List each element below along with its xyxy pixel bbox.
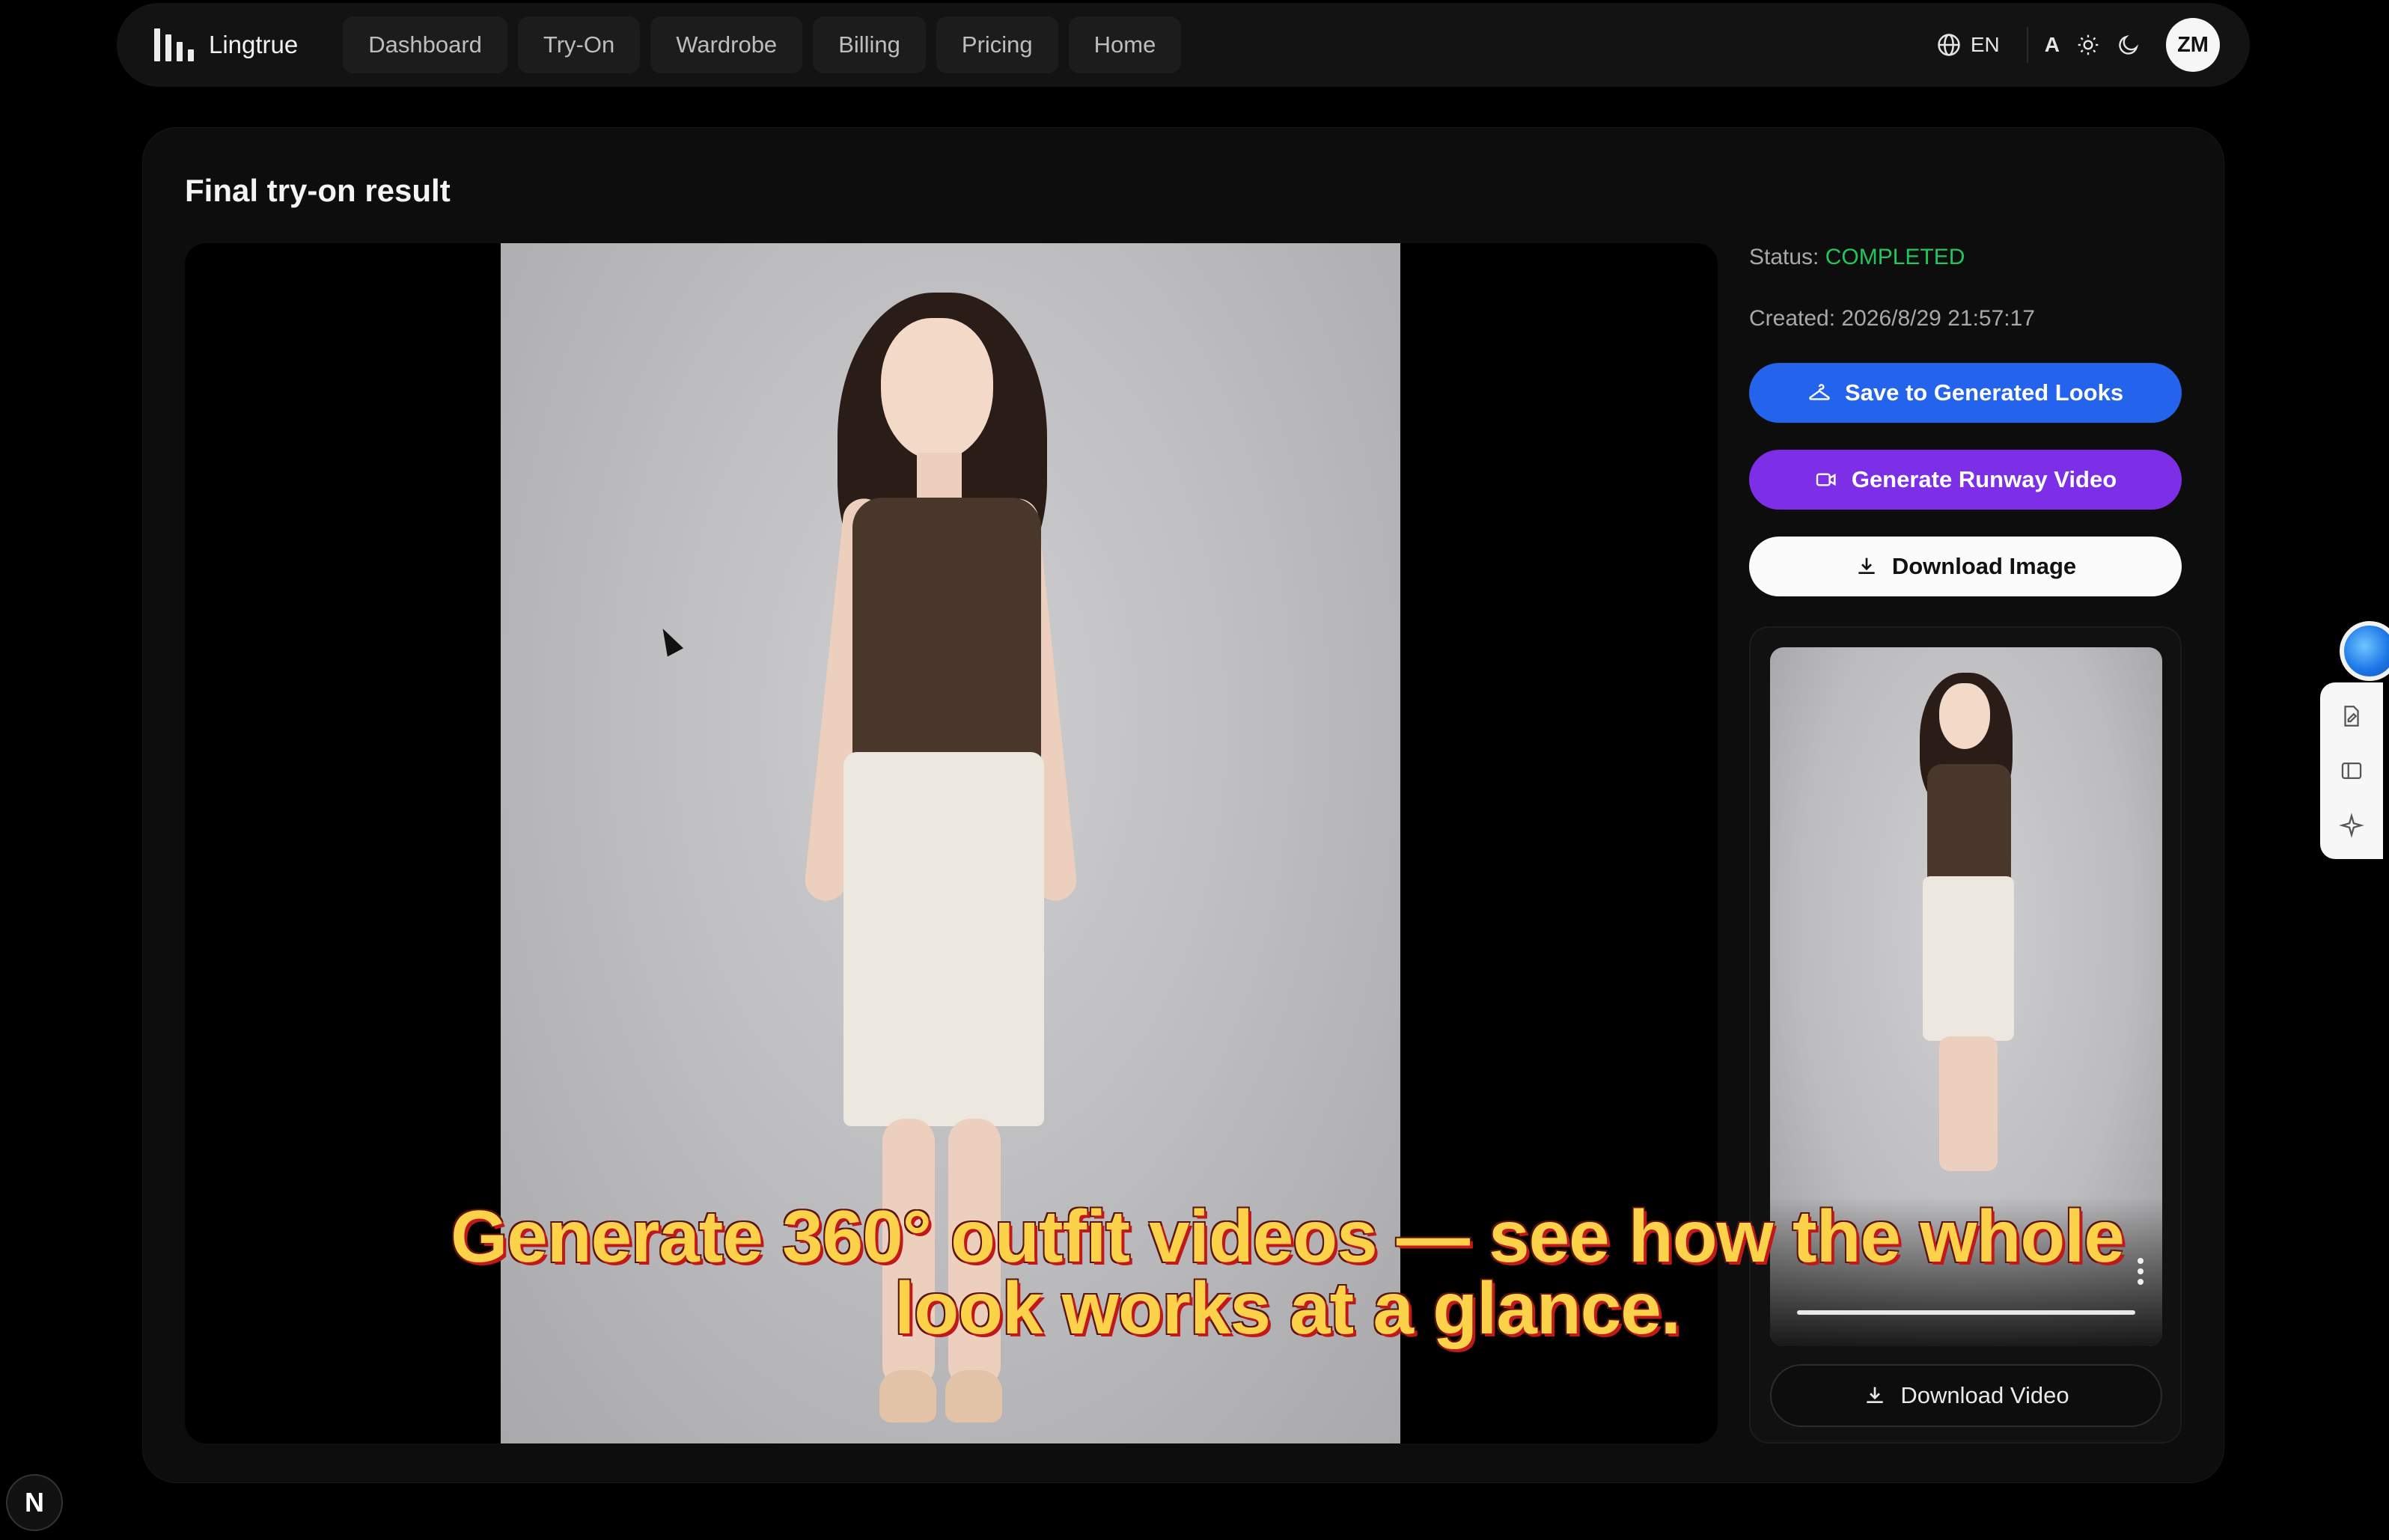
video-camera-icon	[1816, 473, 1836, 486]
caption-line-2: look works at a glance.	[894, 1267, 1681, 1349]
nav-link-dashboard[interactable]: Dashboard	[343, 16, 507, 73]
created-timestamp: Created: 2026/8/29 21:57:17	[1749, 306, 2035, 331]
nav-link-pricing[interactable]: Pricing	[936, 16, 1058, 73]
download-image-label: Download Image	[1891, 553, 2077, 579]
document-edit-icon[interactable]	[2339, 703, 2364, 729]
side-toolbar	[2320, 682, 2383, 859]
nav-link-try-on[interactable]: Try-On	[517, 16, 641, 73]
framework-badge[interactable]: N	[6, 1474, 63, 1531]
save-to-generated-looks-button[interactable]: Save to Generated Looks	[1749, 363, 2182, 423]
sidebar-panel-icon[interactable]	[2339, 758, 2364, 783]
theme-controls: A	[2045, 33, 2166, 57]
moon-icon[interactable]	[2117, 33, 2141, 57]
globe-icon	[1938, 34, 1960, 56]
download-video-label: Download Video	[1900, 1382, 2069, 1408]
sparkle-icon[interactable]	[2339, 813, 2364, 839]
bars-logo-icon	[154, 28, 194, 61]
status-line: Status: COMPLETED	[1749, 245, 1965, 270]
video-figure-skirt	[1923, 876, 2014, 1041]
nav-links: Dashboard Try-On Wardrobe Billing Pricin…	[343, 16, 1182, 73]
avatar[interactable]: ZM	[2166, 18, 2220, 72]
video-figure-top	[1927, 764, 2011, 884]
video-figure-face	[1939, 683, 1990, 749]
nav-link-home[interactable]: Home	[1068, 16, 1182, 73]
status-label: Status:	[1749, 245, 1819, 269]
generate-runway-video-button[interactable]: Generate Runway Video	[1749, 450, 2182, 510]
nav-divider	[2026, 27, 2028, 63]
figure-face	[881, 318, 993, 460]
figure-shoe-right	[945, 1370, 1002, 1423]
assistant-orb-icon[interactable]	[2340, 621, 2389, 681]
download-icon	[1858, 557, 1875, 574]
page: Lingtrue Dashboard Try-On Wardrobe Billi…	[0, 0, 2389, 1540]
download-video-button[interactable]: Download Video	[1770, 1364, 2162, 1427]
save-button-label: Save to Generated Looks	[1844, 379, 2124, 406]
download-image-button[interactable]: Download Image	[1749, 537, 2182, 596]
nav-right: EN A ZM	[1936, 18, 2220, 72]
figure-shoe-left	[879, 1370, 936, 1423]
brand-name: Lingtrue	[209, 31, 299, 58]
hanger-icon	[1809, 384, 1830, 400]
brand[interactable]: Lingtrue	[154, 28, 298, 61]
font-size-toggle[interactable]: A	[2045, 33, 2060, 57]
nav-link-billing[interactable]: Billing	[813, 16, 926, 73]
top-nav: Lingtrue Dashboard Try-On Wardrobe Billi…	[117, 3, 2250, 87]
status-badge: COMPLETED	[1825, 245, 1965, 269]
sun-icon[interactable]	[2076, 33, 2100, 57]
language-switcher[interactable]: EN	[1936, 32, 2027, 58]
figure-skirt	[843, 752, 1044, 1126]
video-figure-legs	[1939, 1036, 1998, 1171]
language-label: EN	[1970, 33, 2000, 56]
figure-tank-top	[852, 498, 1041, 767]
download-icon	[1867, 1387, 1884, 1403]
video-caption: Generate 360° outfit videos — see how th…	[404, 1195, 2170, 1349]
nav-link-wardrobe[interactable]: Wardrobe	[650, 16, 803, 73]
caption-line-1: Generate 360° outfit videos — see how th…	[451, 1195, 2125, 1277]
runway-button-label: Generate Runway Video	[1851, 466, 2117, 492]
page-title: Final try-on result	[185, 173, 451, 208]
